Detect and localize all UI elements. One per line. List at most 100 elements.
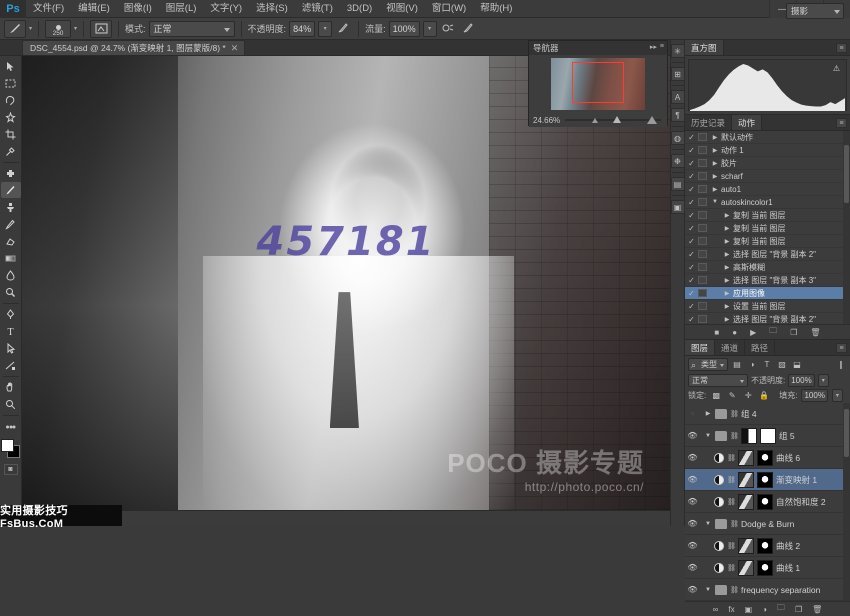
tab-paths[interactable]: 路径	[745, 340, 775, 355]
brush-preset-chevron-icon[interactable]: ▾	[29, 25, 32, 32]
adjustments-icon[interactable]: ⊞	[671, 67, 685, 81]
new-set-icon[interactable]: 🗀	[769, 325, 777, 339]
layer-visibility-icon[interactable]: 👁	[687, 519, 698, 528]
layer-row[interactable]: 👁⛓渐变映射 1	[685, 469, 850, 491]
action-enabled-checkbox[interactable]: ✓	[687, 302, 696, 311]
action-row[interactable]: ✓▶复制 当前 图层	[685, 235, 850, 248]
color-icon[interactable]: ✳	[671, 44, 685, 58]
actions-scrollbar[interactable]	[843, 131, 850, 324]
chevron-right-icon[interactable]: ▶	[723, 316, 731, 323]
action-enabled-checkbox[interactable]: ✓	[687, 185, 696, 194]
action-dialog-toggle[interactable]	[698, 198, 707, 206]
chevron-down-icon[interactable]: ▼	[704, 587, 712, 593]
link-layers-icon[interactable]: ∞	[713, 605, 719, 614]
smart-filter-icon[interactable]: ⬓	[791, 358, 803, 371]
layer-link-icon[interactable]: ⛓	[727, 498, 735, 506]
opacity-pressure-icon[interactable]	[335, 20, 352, 37]
chevron-right-icon[interactable]: ▶	[723, 225, 731, 232]
action-dialog-toggle[interactable]	[698, 185, 707, 193]
new-action-icon[interactable]: ❐	[790, 328, 797, 337]
action-row[interactable]: ✓▶应用图像	[685, 287, 850, 300]
document-tab[interactable]: DSC_4554.psd @ 24.7% (渐变映射 1, 图层蒙版/8) * …	[22, 40, 245, 55]
type-filter-icon[interactable]: T	[761, 358, 773, 371]
layer-link-icon[interactable]: ⛓	[730, 586, 738, 594]
layer-row[interactable]: 👁⛓曲线 1	[685, 557, 850, 579]
action-enabled-checkbox[interactable]: ✓	[687, 224, 696, 233]
layer-thumbnail[interactable]	[738, 560, 754, 576]
layer-mask-thumbnail[interactable]	[757, 560, 773, 576]
action-row[interactable]: ✓▶默认动作	[685, 131, 850, 144]
opacity-chevron-icon[interactable]: ▾	[318, 21, 332, 37]
action-row[interactable]: ✓▶选择 图层 "背景 副本 3"	[685, 274, 850, 287]
action-enabled-checkbox[interactable]: ✓	[687, 159, 696, 168]
paragraph-icon[interactable]: ¶	[671, 108, 685, 122]
navigator-collapse-icon[interactable]: ▸▸	[650, 43, 657, 51]
chevron-right-icon[interactable]: ▶	[723, 290, 731, 297]
tab-channels[interactable]: 通道	[715, 340, 745, 355]
actions-panel-menu-icon[interactable]: ≡	[836, 118, 847, 128]
action-dialog-toggle[interactable]	[698, 146, 707, 154]
menu-item-0[interactable]: 文件(F)	[26, 0, 71, 18]
layer-link-icon[interactable]: ⛓	[727, 542, 735, 550]
action-dialog-toggle[interactable]	[698, 263, 707, 271]
layer-visibility-icon[interactable]: ▫	[687, 409, 698, 418]
histogram-panel-menu-icon[interactable]: ≡	[836, 43, 847, 53]
histogram-warning-icon[interactable]: ⚠	[833, 64, 840, 73]
chevron-right-icon[interactable]: ▶	[711, 147, 719, 154]
new-layer-icon[interactable]: ❐	[795, 605, 802, 614]
color-swatches[interactable]	[1, 439, 21, 459]
action-dialog-toggle[interactable]	[698, 159, 707, 167]
layers-panel-menu-icon[interactable]: ≡	[836, 343, 847, 353]
action-dialog-toggle[interactable]	[698, 133, 707, 141]
blend-mode-select[interactable]: 正常	[149, 21, 235, 37]
layer-row[interactable]: 👁▼⛓Dodge & Burn	[685, 513, 850, 535]
navigator-menu-icon[interactable]: ≡	[660, 43, 664, 51]
action-dialog-toggle[interactable]	[698, 276, 707, 284]
action-dialog-toggle[interactable]	[698, 237, 707, 245]
chevron-right-icon[interactable]: ▶	[723, 212, 731, 219]
filter-power-icon[interactable]: ❙	[835, 358, 847, 371]
layer-visibility-icon[interactable]: 👁	[687, 497, 698, 506]
action-row[interactable]: ✓▶胶片	[685, 157, 850, 170]
rectangular-marquee-tool[interactable]	[1, 75, 21, 91]
chevron-right-icon[interactable]: ▶	[711, 160, 719, 167]
stop-icon[interactable]: ■	[714, 328, 719, 337]
add-mask-icon[interactable]: ▣	[745, 605, 753, 614]
menu-item-8[interactable]: 视图(V)	[379, 0, 425, 18]
layer-mask-thumbnail[interactable]	[760, 428, 776, 444]
layer-thumbnail[interactable]	[738, 472, 754, 488]
brush-size-chevron-icon[interactable]: ▾	[74, 25, 77, 32]
zoom-tool[interactable]	[1, 396, 21, 412]
record-icon[interactable]: ●	[732, 328, 737, 337]
edit-toolbar-icon[interactable]	[1, 418, 21, 434]
layer-mask-thumbnail[interactable]	[757, 538, 773, 554]
layers-scrollbar[interactable]	[843, 403, 850, 601]
navigator-zoom-slider[interactable]	[565, 119, 661, 121]
action-row[interactable]: ✓▶设置 当前 图层	[685, 300, 850, 313]
layer-link-icon[interactable]: ⛓	[727, 564, 735, 572]
action-row[interactable]: ✓▶复制 当前 图层	[685, 209, 850, 222]
shape-filter-icon[interactable]: ▨	[776, 358, 788, 371]
menu-item-5[interactable]: 选择(S)	[249, 0, 295, 18]
menu-item-4[interactable]: 文字(Y)	[203, 0, 249, 18]
eraser-tool[interactable]	[1, 233, 21, 249]
crop-tool[interactable]	[1, 126, 21, 142]
action-row[interactable]: ✓▶选择 图层 "背景 副本 2"	[685, 313, 850, 324]
layer-fill-input[interactable]: 100%	[801, 389, 827, 402]
layer-opacity-chevron-icon[interactable]: ▾	[818, 374, 829, 387]
layer-visibility-icon[interactable]: 👁	[687, 453, 698, 462]
shape-tool[interactable]	[1, 357, 21, 373]
quick-mask-icon[interactable]: ◙	[4, 464, 18, 475]
info-icon[interactable]: ▣	[671, 200, 685, 214]
brush-size-field[interactable]: 250	[45, 20, 71, 38]
layer-opacity-input[interactable]: 100%	[788, 374, 814, 387]
layer-visibility-icon[interactable]: 👁	[687, 475, 698, 484]
pen-tool[interactable]	[1, 306, 21, 322]
flow-input[interactable]: 100%	[389, 21, 420, 37]
brush-panel-toggle-icon[interactable]	[90, 20, 112, 38]
layer-row[interactable]: 👁▼⛓组 5	[685, 425, 850, 447]
layer-visibility-icon[interactable]: 👁	[687, 585, 698, 594]
layer-visibility-icon[interactable]: 👁	[687, 541, 698, 550]
dodge-tool[interactable]	[1, 284, 21, 300]
move-tool[interactable]	[1, 58, 21, 74]
